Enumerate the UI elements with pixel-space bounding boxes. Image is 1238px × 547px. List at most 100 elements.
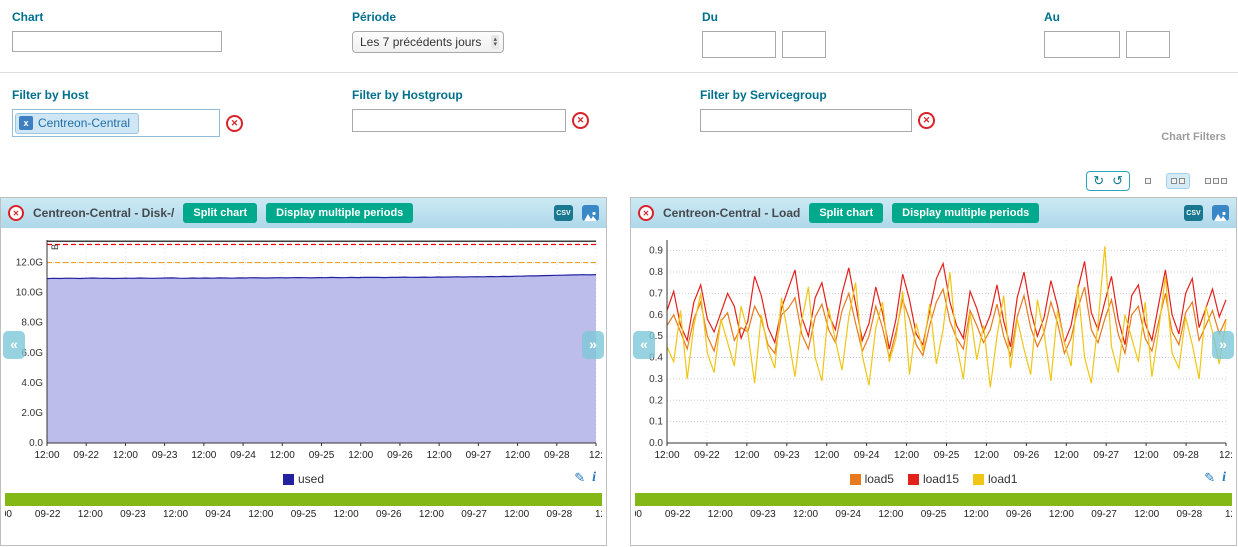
svg-text:12:00: 12:00 — [505, 450, 530, 461]
hostgroup-filter-input[interactable] — [352, 109, 566, 132]
au-date-input[interactable] — [1044, 31, 1120, 58]
timeline-tick-label: 09-25 — [921, 509, 947, 520]
svg-text:0.0: 0.0 — [29, 438, 43, 449]
hostgroup-filter-clear-icon[interactable]: ✕ — [572, 112, 589, 129]
svg-text:09-22: 09-22 — [73, 450, 99, 461]
timeline-tick-label: 12:00 — [248, 509, 273, 520]
scroll-left-button[interactable]: « — [633, 331, 655, 359]
timeline-tick-label: 09-27 — [461, 509, 487, 520]
du-time-input[interactable] — [782, 31, 826, 58]
periode-select[interactable]: Les 7 précédents jours ▴▾ — [352, 31, 504, 53]
display-multiple-periods-button[interactable]: Display multiple periods — [892, 203, 1039, 223]
display-multiple-periods-button[interactable]: Display multiple periods — [266, 203, 413, 223]
status-timeline-bar[interactable] — [5, 493, 602, 506]
close-chart-icon[interactable]: ✕ — [8, 205, 24, 221]
edit-chart-icon[interactable]: ✎ — [574, 470, 585, 486]
svg-text:09-28: 09-28 — [544, 450, 570, 461]
au-time-input[interactable] — [1126, 31, 1170, 58]
layout-one-column-button[interactable] — [1140, 173, 1156, 189]
au-label: Au — [1044, 10, 1170, 24]
panel-header: ✕ Centreon-Central - Disk-/ Split chart … — [1, 198, 606, 228]
timeline-tick-label: 09-27 — [1091, 509, 1117, 520]
chart-area: 0.00.10.20.30.40.50.60.70.80.912:0009-22… — [631, 231, 1236, 469]
export-image-icon[interactable] — [1212, 205, 1229, 221]
timeline-tick-label: 09-23 — [750, 509, 776, 520]
servicegroup-filter-input[interactable] — [700, 109, 912, 132]
edit-chart-icon[interactable]: ✎ — [1204, 470, 1215, 486]
svg-text:12:: 12: — [1219, 450, 1232, 461]
au-group: Au — [1044, 10, 1170, 58]
layout-two-column-button[interactable] — [1166, 173, 1190, 189]
panel-title: Centreon-Central - Load — [663, 206, 800, 220]
chart-info-icon[interactable]: i — [1222, 470, 1226, 486]
svg-text:0.8: 0.8 — [649, 267, 663, 278]
close-chart-icon[interactable]: ✕ — [638, 205, 654, 221]
export-csv-icon[interactable]: CSV — [554, 205, 573, 221]
legend-swatch-icon — [908, 474, 919, 485]
svg-text:0.3: 0.3 — [649, 374, 663, 385]
du-label: Du — [702, 10, 826, 24]
refresh-box: ↻ ↺ — [1086, 171, 1130, 191]
split-chart-button[interactable]: Split chart — [809, 203, 883, 223]
chart-info-icon[interactable]: i — [592, 470, 596, 486]
timeline-tick-label: 12: — [595, 509, 602, 520]
timeline-tick-label: 12:00 — [708, 509, 733, 520]
du-group: Du — [702, 10, 826, 58]
du-date-input[interactable] — [702, 31, 776, 58]
host-filter-input[interactable]: x Centreon-Central — [12, 109, 220, 137]
svg-text:4.0G: 4.0G — [21, 378, 43, 389]
host-filter-clear-icon[interactable]: ✕ — [226, 115, 243, 132]
select-arrows-icon: ▴▾ — [491, 35, 499, 49]
svg-text:0.1: 0.1 — [649, 417, 663, 428]
svg-text:12:00: 12:00 — [113, 450, 138, 461]
chart-filter-label: Chart — [12, 10, 222, 24]
chart-filter-input[interactable] — [12, 31, 222, 52]
servicegroup-filter-group: Filter by Servicegroup ✕ — [700, 88, 935, 132]
svg-text:12:00: 12:00 — [654, 450, 679, 461]
legend-label: load15 — [923, 472, 959, 486]
svg-text:09-26: 09-26 — [1014, 450, 1040, 461]
history-icon[interactable]: ↺ — [1112, 174, 1123, 188]
chart-panel-load: ✕ Centreon-Central - Load Split chart Di… — [630, 197, 1237, 546]
host-filter-group: Filter by Host x Centreon-Central ✕ — [12, 88, 243, 137]
legend-tools: ✎ i — [574, 470, 596, 486]
disk-usage-chart[interactable]: 0.02.0G4.0G6.0G8.0G10.0G12.0G12:0009-221… — [1, 231, 602, 469]
svg-text:09-25: 09-25 — [309, 450, 335, 461]
svg-text:09-25: 09-25 — [934, 450, 960, 461]
export-csv-icon[interactable]: CSV — [1184, 205, 1203, 221]
layout-three-column-button[interactable] — [1200, 173, 1232, 189]
scroll-left-button[interactable]: « — [3, 331, 25, 359]
legend-item-load5[interactable]: load5 — [850, 472, 894, 486]
timeline-tick-label: 12: — [1225, 509, 1232, 520]
timeline-tick-label: 12:00 — [419, 509, 444, 520]
timeline-tick-label: 09-24 — [835, 509, 861, 520]
chart-area: 0.02.0G4.0G6.0G8.0G10.0G12.0G12:0009-221… — [1, 231, 606, 469]
svg-text:12:00: 12:00 — [191, 450, 216, 461]
scroll-right-button[interactable]: » — [1212, 331, 1234, 359]
scroll-right-button[interactable]: » — [582, 331, 604, 359]
timeline-tick-label: 09-28 — [547, 509, 573, 520]
timeline-tick-label: 09-26 — [376, 509, 402, 520]
servicegroup-filter-clear-icon[interactable]: ✕ — [918, 112, 935, 129]
svg-text:0.2: 0.2 — [649, 395, 663, 406]
split-chart-button[interactable]: Split chart — [183, 203, 257, 223]
status-timeline-labels: :0009-2212:0009-2312:0009-2412:0009-2512… — [5, 508, 602, 523]
timeline-tick-label: 12:00 — [964, 509, 989, 520]
export-image-icon[interactable] — [582, 205, 599, 221]
view-toolbar: ↻ ↺ — [1086, 171, 1232, 191]
legend-item-load15[interactable]: load15 — [908, 472, 959, 486]
svg-text:12:00: 12:00 — [34, 450, 59, 461]
load-chart[interactable]: 0.00.10.20.30.40.50.60.70.80.912:0009-22… — [631, 231, 1232, 469]
timeline-tick-label: 12:00 — [793, 509, 818, 520]
status-timeline-labels: :0009-2212:0009-2312:0009-2412:0009-2512… — [635, 508, 1232, 523]
status-timeline-bar[interactable] — [635, 493, 1232, 506]
svg-text:12.0G: 12.0G — [16, 258, 43, 269]
centreon-performance-page: Chart Période Les 7 précédents jours ▴▾ … — [0, 0, 1238, 547]
legend-item-load1[interactable]: load1 — [973, 472, 1017, 486]
legend-row: used ✎ i — [1, 469, 606, 489]
chip-remove-icon[interactable]: x — [19, 116, 33, 130]
timeline-tick-label: 09-23 — [120, 509, 146, 520]
legend-item-used[interactable]: used — [283, 472, 324, 486]
svg-text:12:00: 12:00 — [814, 450, 839, 461]
sync-icon[interactable]: ↻ — [1093, 174, 1104, 188]
